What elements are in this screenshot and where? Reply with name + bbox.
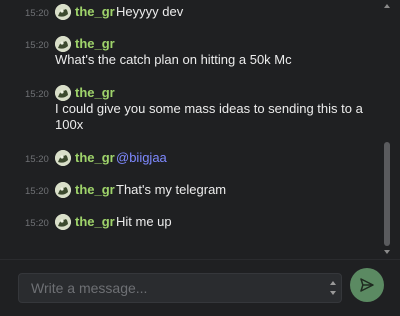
chevron-down-icon[interactable]: [330, 291, 336, 295]
user-avatar[interactable]: [55, 182, 71, 198]
user-avatar[interactable]: [55, 150, 71, 166]
message-text: I could give you some mass ideas to send…: [55, 101, 363, 132]
message-timestamp: 15:20: [25, 154, 49, 165]
message-timestamp: 15:20: [25, 218, 49, 229]
send-icon: [360, 278, 374, 292]
composer-divider: [0, 259, 400, 260]
message-author[interactable]: the_gr: [75, 150, 115, 165]
message-timestamp: 15:20: [25, 89, 49, 100]
message-author[interactable]: the_gr: [75, 214, 115, 229]
scroll-down-arrow-icon[interactable]: [384, 250, 390, 254]
message-text: That's my telegram: [116, 182, 227, 197]
chat-scrollbar[interactable]: [384, 4, 390, 254]
send-button[interactable]: [350, 268, 384, 302]
message-timestamp: 15:20: [25, 40, 49, 51]
message-timestamp: 15:20: [25, 8, 49, 19]
user-avatar[interactable]: [55, 4, 71, 20]
message-text: Heyyyy dev: [116, 4, 184, 19]
user-avatar[interactable]: [55, 85, 71, 101]
user-mention-link[interactable]: @biigjaa: [116, 150, 167, 165]
message-text: Hit me up: [116, 214, 172, 229]
message-author[interactable]: the_gr: [75, 182, 115, 197]
chat-history[interactable]: 15:20 the_gr Heyyyy dev 15:20 the_gr Wha…: [0, 0, 392, 258]
user-avatar[interactable]: [55, 36, 71, 52]
chevron-up-icon[interactable]: [330, 281, 336, 285]
message-author[interactable]: the_gr: [75, 85, 115, 100]
message-timestamp: 15:20: [25, 186, 49, 197]
scrollbar-thumb[interactable]: [384, 142, 390, 246]
message-author[interactable]: the_gr: [75, 36, 115, 51]
message-input[interactable]: [19, 274, 325, 302]
user-avatar[interactable]: [55, 214, 71, 230]
message-composer[interactable]: [18, 273, 342, 303]
scroll-up-arrow-icon[interactable]: [384, 4, 390, 8]
message-text: What's the catch plan on hitting a 50k M…: [55, 52, 292, 67]
message-author[interactable]: the_gr: [75, 4, 115, 19]
